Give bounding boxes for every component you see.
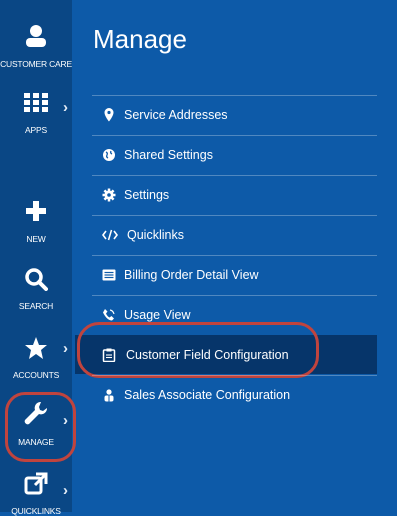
chevron-right-icon: › [63,482,68,499]
nav-label: SEARCH [18,301,54,311]
nav-quicklinks[interactable]: › QUICKLINKS [0,472,72,516]
wrench-icon [0,400,72,428]
nav-label: ACCOUNTS [12,370,60,380]
menu-item-sales-associate-configuration[interactable]: Sales Associate Configuration [92,375,377,414]
person-icon [0,24,72,52]
apps-grid-icon [0,93,72,121]
nav-customer-care[interactable]: CUSTOMER CARE [0,24,72,72]
menu-item-label: Billing Order Detail View [124,268,259,282]
globe-icon [102,148,116,162]
map-pin-icon [102,108,116,122]
manage-panel: Manage Service Addresses Shared Settings… [72,0,397,512]
search-icon [0,267,72,295]
nav-new[interactable]: NEW [0,200,72,246]
nav-label: CUSTOMER CARE [0,59,72,69]
menu-item-label: Usage View [124,308,191,322]
menu-item-settings[interactable]: Settings [92,175,377,214]
side-nav-rail: CUSTOMER CARE › APPS NEW SEARCH › ACCOUN… [0,0,76,516]
menu-item-usage-view[interactable]: Usage View [92,295,377,334]
nav-search[interactable]: SEARCH [0,267,72,313]
chevron-right-icon: › [63,412,68,429]
menu-item-label: Sales Associate Configuration [124,388,291,402]
nav-manage[interactable]: › MANAGE [0,400,72,450]
menu-item-label: Customer Field Configuration [126,348,289,362]
menu-item-quicklinks[interactable]: Quicklinks [92,215,377,254]
menu-item-customer-field-configuration[interactable]: Customer Field Configuration [75,335,377,374]
users-icon [102,388,116,402]
plus-icon [0,200,72,228]
nav-label: MANAGE [18,437,54,447]
external-link-icon [0,472,72,500]
nav-label: APPS [25,125,47,135]
menu-item-label: Settings [124,188,170,202]
code-icon [102,228,118,242]
menu-item-label: Service Addresses [124,108,228,122]
menu-item-service-addresses[interactable]: Service Addresses [92,95,377,134]
nav-label: QUICKLINKS [11,506,61,516]
menu-item-label: Shared Settings [124,148,213,162]
page-title: Manage [93,24,187,54]
chevron-right-icon: › [63,99,68,116]
chevron-right-icon: › [63,340,68,357]
nav-label: NEW [26,234,46,244]
list-icon [102,268,116,282]
gear-icon [102,188,116,202]
menu-item-billing-order-detail-view[interactable]: Billing Order Detail View [92,255,377,294]
menu-item-label: Quicklinks [127,228,184,242]
clipboard-icon [102,348,116,363]
star-icon [0,336,72,364]
phone-icon [102,308,116,322]
nav-apps[interactable]: › APPS [0,93,72,137]
menu-item-shared-settings[interactable]: Shared Settings [92,135,377,174]
nav-accounts[interactable]: › ACCOUNTS [0,336,72,382]
